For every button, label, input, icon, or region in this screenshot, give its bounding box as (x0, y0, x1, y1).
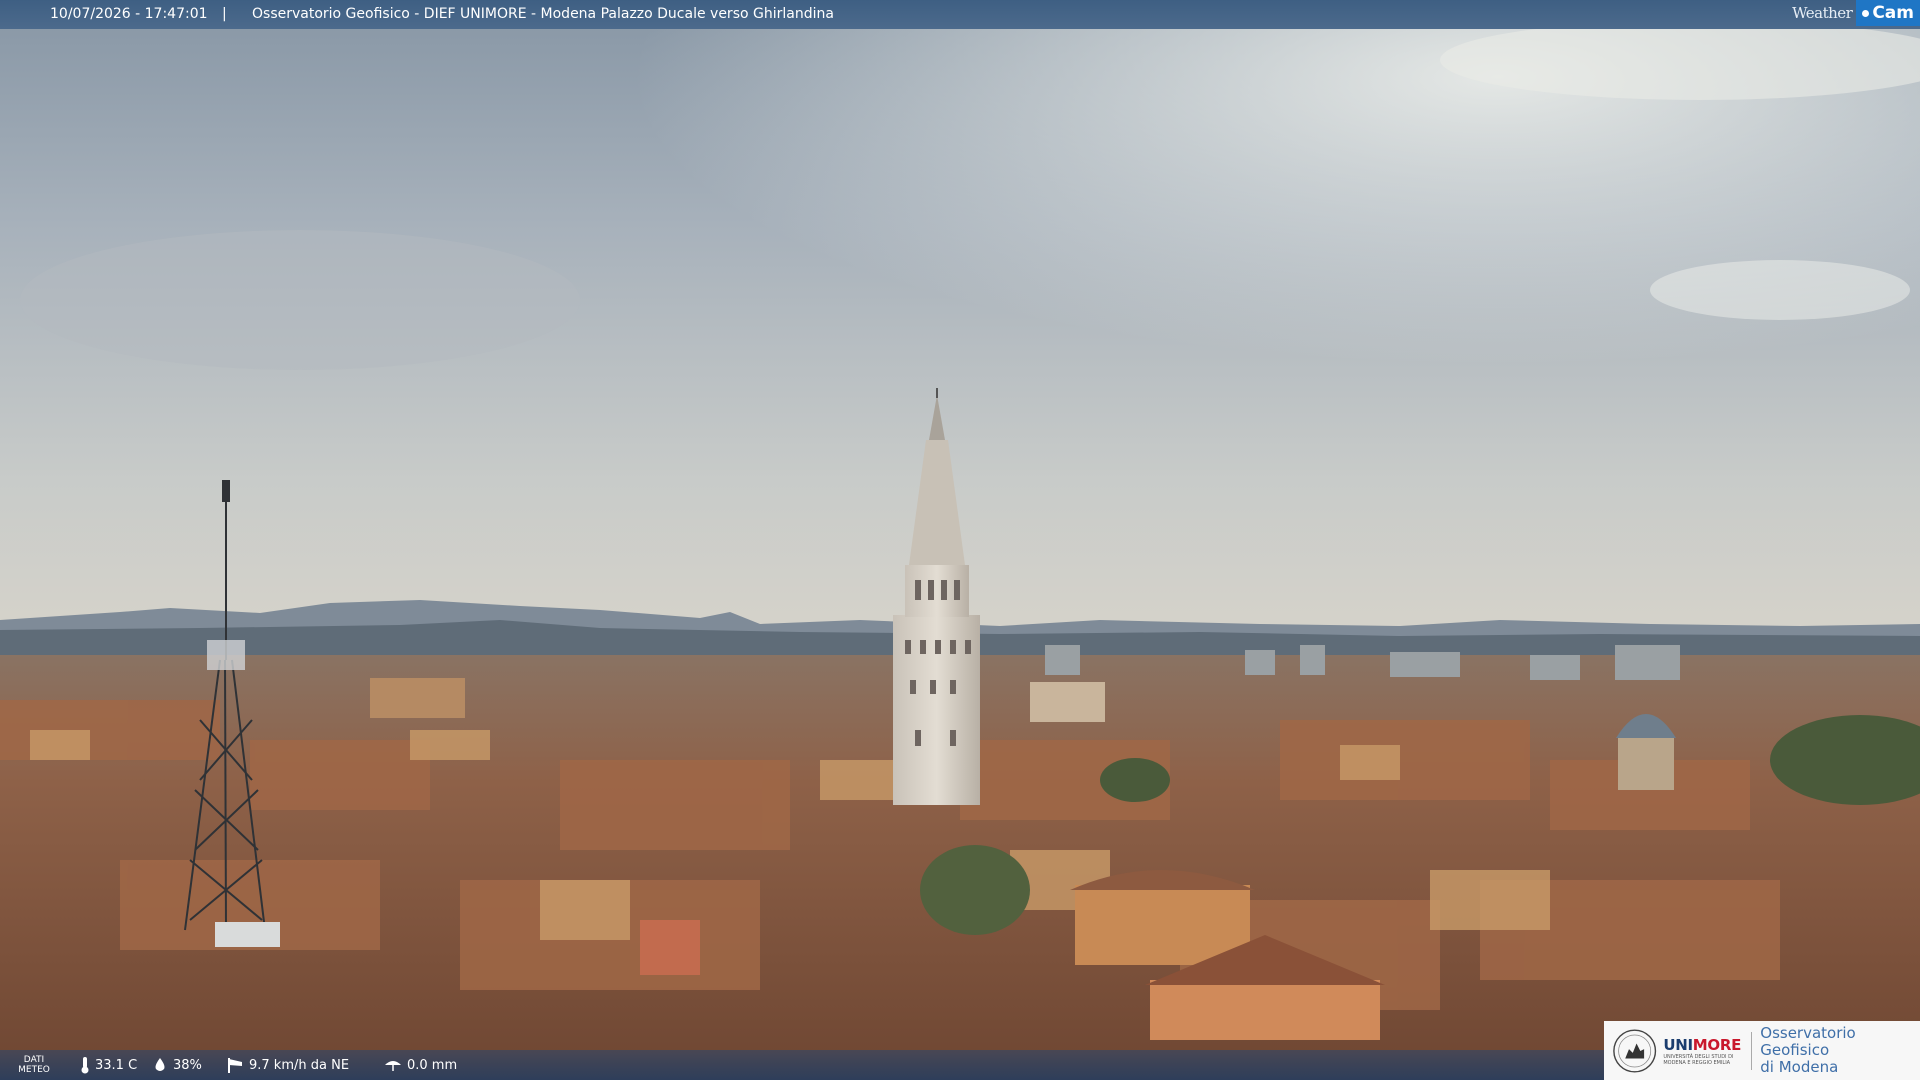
humidity-value: 38% (173, 1057, 202, 1073)
webcam-header-bar: 10/07/2026 - 17:47:01 | Osservatorio Geo… (0, 0, 1920, 29)
rain-value: 0.0 mm (407, 1057, 458, 1073)
camera-title: Osservatorio Geofisico - DIEF UNIMORE - … (252, 6, 834, 22)
dati-meteo-label: DATI METEO (10, 1050, 58, 1080)
humidity-reading: 38% (152, 1050, 202, 1080)
rain-reading: 0.0 mm (384, 1050, 457, 1080)
datetime-stamp: 10/07/2026 - 17:47:01 (50, 6, 208, 22)
temperature-reading: 33.1 C (80, 1050, 137, 1080)
weather-data-bar: DATI METEO 33.1 C 38% 9.7 km/h da NE 0.0… (0, 1050, 1604, 1080)
observatory-name: Osservatorio Geofisico di Modena (1760, 1025, 1920, 1076)
unimore-wordmark: UNIMORE UNIVERSITÀ DEGLI STUDI DI MODENA… (1663, 1036, 1743, 1066)
thermometer-icon (81, 1057, 89, 1074)
dati-label-line1: DATI (23, 1055, 45, 1065)
observatory-line1: Osservatorio Geofisico (1760, 1024, 1856, 1059)
observatory-line2: di Modena (1760, 1058, 1839, 1076)
unimore-subtitle: UNIVERSITÀ DEGLI STUDI DI MODENA E REGGI… (1663, 1053, 1734, 1066)
humidity-drop-icon (155, 1058, 165, 1071)
university-seal-icon (1613, 1029, 1657, 1072)
logo-divider (1751, 1031, 1753, 1070)
wind-sock-icon (228, 1058, 242, 1073)
unimore-name-prefix: UNI (1663, 1035, 1693, 1054)
cam-logo-text: Cam (1872, 3, 1914, 23)
webcam-scene (0, 0, 1920, 1080)
unimore-name-suffix: MORE (1692, 1035, 1742, 1054)
wind-value: 9.7 km/h da NE (249, 1057, 350, 1073)
unimore-logo-panel: UNIMORE UNIVERSITÀ DEGLI STUDI DI MODENA… (1604, 1021, 1920, 1080)
weather-logo-text: Weather (1792, 4, 1853, 22)
cam-dot-icon (1862, 9, 1870, 17)
unimore-name: UNIMORE (1663, 1036, 1743, 1054)
cam-logo-badge: Cam (1856, 0, 1920, 26)
temperature-value: 33.1 C (95, 1057, 138, 1073)
wind-reading: 9.7 km/h da NE (226, 1050, 349, 1080)
umbrella-icon (385, 1061, 401, 1071)
dati-label-line2: METEO (18, 1065, 50, 1075)
header-separator: | (222, 6, 227, 22)
weathercam-logo: Weather Cam (1792, 0, 1920, 26)
